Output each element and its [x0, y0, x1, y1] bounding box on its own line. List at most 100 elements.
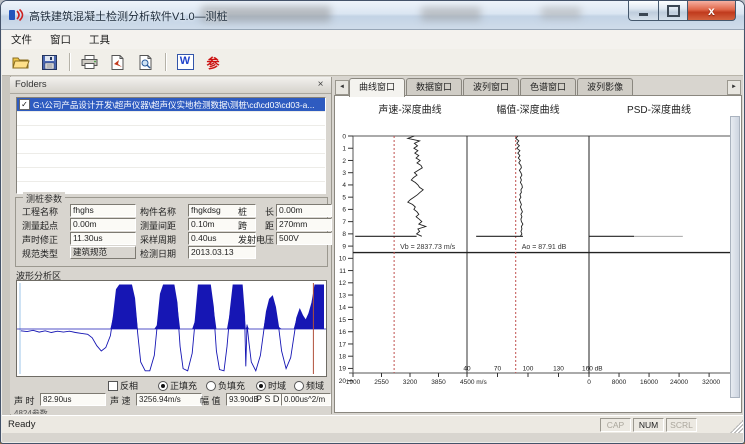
- param-field[interactable]: 0.00m: [276, 204, 332, 217]
- vertical-scrollbar[interactable]: [730, 116, 740, 398]
- menu-item-0[interactable]: 文件: [2, 30, 41, 49]
- panel-close-icon[interactable]: ×: [314, 78, 327, 91]
- radio-icon: [294, 381, 304, 391]
- y-tick-label: 12: [339, 280, 347, 287]
- maximize-button[interactable]: [658, 1, 687, 21]
- x-tick-label: 40: [463, 366, 471, 373]
- chevron-left-icon: ◄: [339, 84, 345, 90]
- save-icon: [42, 55, 57, 70]
- glass-blur: [541, 7, 581, 19]
- title-bar[interactable]: 高铁建筑混凝土检测分析软件V1.0—测桩 x: [1, 1, 744, 30]
- depth-curve: [516, 136, 523, 236]
- param-label: 测量间距: [140, 219, 176, 232]
- reading-label: 声 时: [14, 394, 35, 407]
- y-tick-label: 9: [342, 243, 346, 250]
- param-field[interactable]: fhghs: [70, 204, 136, 217]
- param-label: 发射电压: [238, 233, 274, 246]
- folders-panel-title: Folders: [15, 79, 47, 90]
- invert-checkbox[interactable]: 反相: [108, 379, 138, 392]
- checkbox-icon[interactable]: ✓: [19, 99, 30, 110]
- tab-数据窗口[interactable]: 数据窗口: [406, 78, 462, 95]
- tab-曲线窗口[interactable]: 曲线窗口: [349, 78, 405, 97]
- print-button[interactable]: [76, 50, 102, 74]
- toolbar: W 参: [2, 49, 743, 76]
- radio-icon: [206, 381, 216, 391]
- param-label: 测量起点: [22, 219, 58, 232]
- time-domain-radio[interactable]: 时域: [256, 379, 286, 392]
- resize-grip[interactable]: [730, 420, 743, 433]
- param-field[interactable]: 11.30us: [70, 232, 136, 245]
- param-field[interactable]: 500V: [276, 232, 332, 245]
- params-button[interactable]: 参: [200, 50, 226, 74]
- param-field[interactable]: 2013.03.13: [188, 246, 256, 259]
- word-export-button[interactable]: W: [172, 50, 198, 74]
- reading-label: 幅 值: [200, 394, 221, 407]
- reading-field[interactable]: 0.00us^2/m: [281, 393, 331, 406]
- open-file-button[interactable]: [8, 50, 34, 74]
- list-item[interactable]: ✓G:\公司产品设计开发\超声仪器\超声仪实地检测数据\测桩\cd\cd03\c…: [17, 98, 325, 112]
- menu-item-2[interactable]: 工具: [80, 30, 119, 49]
- print-export-button[interactable]: [104, 50, 130, 74]
- x-tick-label: 160 dB: [582, 366, 603, 373]
- window-title: 高铁建筑混凝土检测分析软件V1.0—测桩: [29, 8, 228, 24]
- y-tick-label: 13: [339, 292, 347, 299]
- x-tick-label: 70: [494, 366, 502, 373]
- menu-item-1[interactable]: 窗口: [41, 30, 80, 49]
- list-item-label: G:\公司产品设计开发\超声仪器\超声仪实地检测数据\测桩\cd\cd03\cd…: [33, 99, 315, 111]
- checkbox-icon: [108, 381, 118, 391]
- reading-field[interactable]: 82.90us: [40, 393, 106, 406]
- param-label: 构件名称: [140, 205, 176, 218]
- y-tick-label: 18: [339, 353, 347, 360]
- param-label: 桩 长: [238, 205, 274, 218]
- maximize-icon: [667, 5, 680, 17]
- x-tick-label: 8000: [612, 379, 627, 386]
- close-button[interactable]: x: [687, 1, 736, 21]
- minimize-icon: [639, 13, 648, 16]
- depth-charts[interactable]: 0123456789101112131415161718192019002550…: [335, 96, 739, 410]
- x-tick-label: 4500 m/s: [460, 379, 487, 386]
- tab-scroll-left-button[interactable]: ◄: [335, 80, 349, 95]
- fill-positive-radio[interactable]: 正填充: [158, 379, 197, 392]
- toolbar-separator: [165, 53, 167, 71]
- status-bar: Ready CAPNUMSCRL: [2, 415, 743, 433]
- tab-波列窗口[interactable]: 波列窗口: [463, 78, 519, 95]
- y-tick-label: 14: [339, 305, 347, 312]
- y-tick-label: 3: [342, 170, 346, 177]
- reading-field[interactable]: 3256.94m/s: [136, 393, 202, 406]
- x-tick-label: 16000: [640, 379, 658, 386]
- param-label: 工程名称: [22, 205, 58, 218]
- folders-panel-header[interactable]: Folders ×: [10, 77, 331, 94]
- reading-label: 声 速: [110, 394, 131, 407]
- y-tick-label: 0: [342, 133, 346, 140]
- param-field[interactable]: 0.00m: [70, 218, 136, 231]
- waveform-plot[interactable]: [16, 280, 327, 377]
- tab-波列影像[interactable]: 波列影像: [577, 78, 633, 95]
- radio-icon: [256, 381, 266, 391]
- tab-scroll-right-button[interactable]: ►: [727, 80, 741, 95]
- readings-row: 声 时82.90us声 速3256.94m/s幅 值93.90dBP S D0.…: [10, 393, 330, 406]
- freq-domain-radio[interactable]: 频域: [294, 379, 324, 392]
- y-tick-label: 10: [339, 256, 347, 263]
- waveform-options: 反相 正填充 负填充 时域 频域: [10, 379, 330, 391]
- param-field[interactable]: 270mm: [276, 218, 332, 231]
- x-tick-label: 3200: [403, 379, 418, 386]
- fill-negative-radio[interactable]: 负填充: [206, 379, 245, 392]
- minimize-button[interactable]: [628, 1, 658, 21]
- status-cell-scrl: SCRL: [666, 418, 697, 432]
- print-preview-button[interactable]: [132, 50, 158, 74]
- list-item-empty: [17, 112, 325, 126]
- param-label: 跨 距: [238, 219, 274, 232]
- app-icon: [8, 7, 24, 23]
- x-tick-label: 24000: [670, 379, 688, 386]
- x-tick-label: 130: [553, 366, 564, 373]
- save-button[interactable]: [36, 50, 62, 74]
- waveform-svg: [17, 281, 326, 376]
- param-field[interactable]: 建筑规范: [70, 246, 136, 259]
- chart-panel: ◄ 曲线窗口数据窗口波列窗口色谱窗口波列影像 ► 声速-深度曲线 幅值-深度曲线…: [333, 77, 743, 414]
- menu-bar: 文件窗口工具: [2, 30, 743, 50]
- status-text: Ready: [8, 419, 35, 430]
- tab-色谱窗口[interactable]: 色谱窗口: [520, 78, 576, 95]
- folder-list[interactable]: ✓G:\公司产品设计开发\超声仪器\超声仪实地检测数据\测桩\cd\cd03\c…: [16, 97, 326, 194]
- print-icon: [81, 55, 98, 69]
- x-tick-label: 1900: [346, 379, 361, 386]
